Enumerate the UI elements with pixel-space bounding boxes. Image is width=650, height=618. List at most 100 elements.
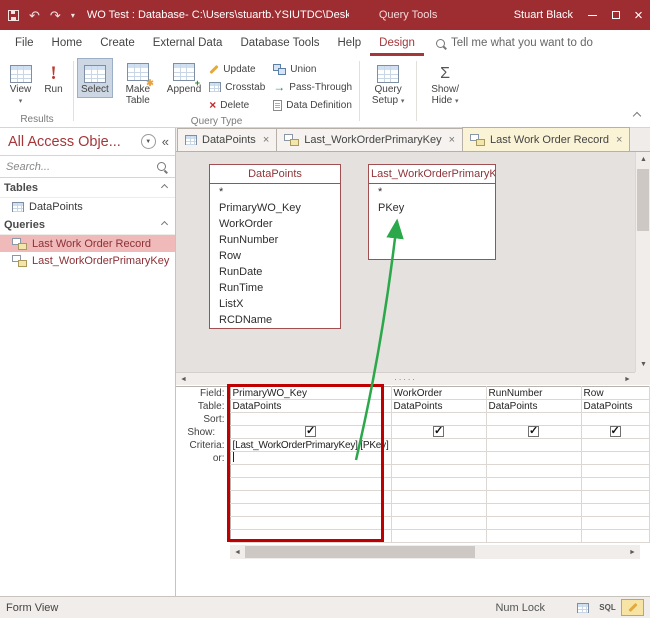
nav-item-last-workorderprimarykey[interactable]: Last_WorkOrderPrimaryKey [0, 252, 175, 269]
empty-cell[interactable] [229, 503, 392, 517]
close-tab-icon[interactable]: × [616, 134, 622, 146]
doc-tab-last-work-order-record[interactable]: Last Work Order Record × [462, 127, 631, 151]
field-list-datapoints[interactable]: DataPoints * PrimaryWO_Key WorkOrder Run… [209, 164, 341, 329]
empty-cell[interactable] [391, 490, 487, 504]
tab-home[interactable]: Home [43, 30, 92, 56]
empty-cell[interactable] [486, 477, 582, 491]
empty-cell[interactable] [581, 464, 650, 478]
nav-item-datapoints[interactable]: DataPoints [0, 198, 175, 215]
sort-cell[interactable] [486, 412, 582, 426]
scroll-right-icon[interactable]: ► [620, 373, 635, 385]
search-input[interactable] [0, 156, 175, 177]
empty-cell[interactable] [581, 477, 650, 491]
show-cell[interactable] [486, 425, 582, 439]
or-cell[interactable] [229, 451, 392, 465]
field-item-pkey[interactable]: PKey [369, 200, 495, 216]
sort-cell[interactable] [391, 412, 487, 426]
user-name[interactable]: Stuart Black [514, 9, 573, 21]
tab-file[interactable]: File [6, 30, 43, 56]
table-cell[interactable]: DataPoints [581, 399, 650, 413]
field-item[interactable]: * [369, 184, 495, 200]
field-item[interactable]: WorkOrder [210, 216, 340, 232]
table-cell[interactable]: DataPoints [391, 399, 487, 413]
empty-cell[interactable] [229, 477, 392, 491]
empty-cell[interactable] [229, 464, 392, 478]
close-button[interactable]: × [627, 0, 650, 30]
select-button[interactable]: Select [77, 58, 113, 98]
nav-section-queries[interactable]: Queries [0, 215, 175, 235]
show-cell[interactable] [581, 425, 650, 439]
scroll-up-icon[interactable]: ▲ [636, 152, 650, 167]
criteria-cell[interactable] [581, 438, 650, 452]
field-list-last-workorderprimarykey[interactable]: Last_WorkOrderPrimaryKey * PKey [368, 164, 496, 260]
view-button[interactable]: View ▾ [4, 58, 37, 109]
field-item[interactable]: PrimaryWO_Key [210, 200, 340, 216]
empty-cell[interactable] [486, 529, 582, 543]
empty-cell[interactable] [581, 529, 650, 543]
scroll-left-icon[interactable]: ◄ [230, 545, 245, 559]
doc-tab-last-workorderprimarykey[interactable]: Last_WorkOrderPrimaryKey × [276, 128, 464, 151]
scroll-right-icon[interactable]: ► [625, 545, 640, 559]
close-tab-icon[interactable]: × [263, 134, 269, 146]
tab-help[interactable]: Help [329, 30, 371, 56]
tab-create[interactable]: Create [91, 30, 144, 56]
scrollbar-thumb[interactable] [245, 546, 475, 558]
redo-icon[interactable]: ↷ [50, 9, 61, 22]
tab-database-tools[interactable]: Database Tools [231, 30, 328, 56]
field-item[interactable]: Row [210, 248, 340, 264]
field-item[interactable]: RunTime [210, 280, 340, 296]
design-view-button[interactable] [621, 599, 644, 616]
or-cell[interactable] [391, 451, 487, 465]
field-item[interactable]: * [210, 184, 340, 200]
doc-tab-datapoints[interactable]: DataPoints × [177, 128, 278, 151]
nav-item-last-work-order-record[interactable]: Last Work Order Record [0, 235, 175, 252]
undo-icon[interactable]: ↶ [29, 9, 40, 22]
union-button[interactable]: Union [269, 60, 356, 78]
empty-cell[interactable] [486, 464, 582, 478]
show-cell[interactable] [391, 425, 487, 439]
scrollbar-track[interactable] [636, 167, 650, 357]
datasheet-view-button[interactable] [571, 599, 594, 616]
close-tab-icon[interactable]: × [449, 134, 455, 146]
field-item[interactable]: RunDate [210, 264, 340, 280]
minimize-button[interactable] [581, 0, 604, 30]
empty-cell[interactable] [229, 490, 392, 504]
splitter-handle[interactable]: ∙∙∙∙∙ [191, 375, 620, 384]
empty-cell[interactable] [229, 516, 392, 530]
collapse-ribbon-button[interactable] [632, 108, 642, 122]
update-button[interactable]: Update [205, 60, 269, 78]
shutter-bar-icon[interactable]: « [162, 134, 169, 149]
show-cell[interactable] [229, 425, 392, 439]
empty-cell[interactable] [486, 503, 582, 517]
field-cell[interactable]: RunNumber [486, 386, 582, 400]
scroll-left-icon[interactable]: ◄ [176, 373, 191, 385]
empty-cell[interactable] [581, 503, 650, 517]
empty-cell[interactable] [391, 529, 487, 543]
empty-cell[interactable] [581, 490, 650, 504]
empty-cell[interactable] [486, 490, 582, 504]
empty-cell[interactable] [391, 464, 487, 478]
empty-cell[interactable] [391, 477, 487, 491]
empty-cell[interactable] [391, 503, 487, 517]
field-cell[interactable]: WorkOrder [391, 386, 487, 400]
horizontal-scrollbar[interactable]: ◄ ► [230, 545, 640, 559]
field-item[interactable]: RunNumber [210, 232, 340, 248]
scrollbar-track[interactable] [245, 545, 625, 559]
criteria-cell[interactable]: [Last_WorkOrderPrimaryKey].[PKey] [229, 438, 392, 452]
field-item[interactable]: RCDName [210, 312, 340, 328]
show-checkbox[interactable] [433, 426, 445, 438]
collapse-section-icon[interactable] [160, 220, 169, 229]
field-cell[interactable]: PrimaryWO_Key [229, 386, 392, 400]
empty-cell[interactable] [391, 516, 487, 530]
append-button[interactable]: + Append [163, 58, 205, 98]
tab-design[interactable]: Design [370, 30, 424, 56]
show-hide-button[interactable]: Σ Show/ Hide ▾ [420, 58, 470, 109]
table-cell[interactable]: DataPoints [486, 399, 582, 413]
tell-me-box[interactable]: Tell me what you want to do [435, 30, 593, 56]
criteria-cell[interactable] [486, 438, 582, 452]
empty-cell[interactable] [486, 516, 582, 530]
nav-section-tables[interactable]: Tables [0, 178, 175, 198]
field-cell[interactable]: Row [581, 386, 650, 400]
scroll-down-icon[interactable]: ▼ [636, 357, 650, 372]
field-list-title[interactable]: Last_WorkOrderPrimaryKey [369, 165, 495, 184]
